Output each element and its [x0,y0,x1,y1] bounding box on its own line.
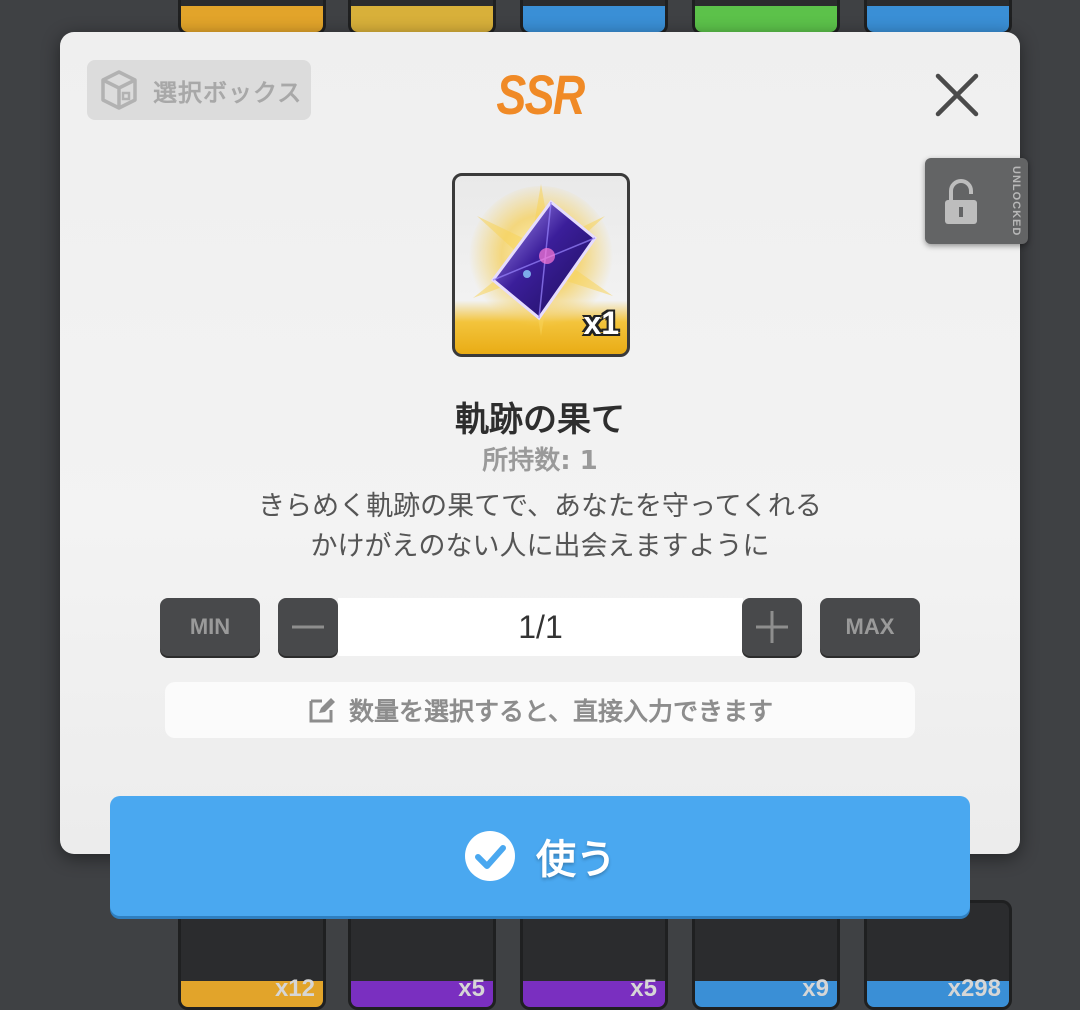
description-line: かけがえのない人に出会えますように [310,531,770,562]
inventory-count: x5 [458,975,485,1002]
inventory-count: x12 [274,975,315,1002]
check-circle-icon [465,831,515,881]
box-icon [101,70,137,110]
description-line: きらめく軌跡の果てで、あなたを守ってくれる [258,491,822,522]
inventory-tile [692,0,840,35]
item-description: きらめく軌跡の果てで、あなたを守ってくれる かけがえのない人に出会えますように [60,487,1020,567]
item-icon: x1 [452,173,630,357]
item-detail-dialog: 選択ボックス SSR x1 軌跡の果て 所持数: 1 きらめく軌跡の果てで、あな… [60,32,1020,854]
close-button[interactable] [932,70,982,120]
decrement-button[interactable] [278,598,338,656]
increment-button[interactable] [742,598,802,656]
owned-count: 所持数: 1 [482,446,598,476]
lock-status-label: UNLOCKED [1010,166,1022,237]
close-icon [935,73,979,117]
use-button-label: 使う [536,837,616,883]
inventory-tile [520,0,668,35]
rarity-label: SSR [496,63,585,126]
inventory-count: x298 [947,975,1001,1002]
inventory-count: x5 [630,975,657,1002]
plus-icon [756,611,788,643]
inventory-tile: x5 [348,900,496,1010]
hint-text: 数量を選択すると、直接入力できます [348,697,773,726]
inventory-tile: x298 [864,900,1012,1010]
inventory-tile [178,0,326,35]
input-hint: 数量を選択すると、直接入力できます [165,682,915,738]
inventory-tile: x12 [178,900,326,1010]
quantity-input[interactable]: 1/1 [338,598,743,656]
inventory-tile: x5 [520,900,668,1010]
lock-toggle[interactable]: UNLOCKED [925,158,1028,244]
edit-icon [309,698,335,723]
inventory-tile: x9 [692,900,840,1010]
quantity-value: 1/1 [518,608,563,645]
item-quantity-badge: x1 [583,305,619,341]
item-name: 軌跡の果て [455,400,625,440]
inventory-count: x9 [802,975,829,1002]
min-button[interactable]: MIN [160,598,260,656]
unlock-icon [945,179,977,224]
inventory-tile [864,0,1012,35]
inventory-tile [348,0,496,35]
use-button[interactable]: 使う [110,796,970,916]
minus-icon [292,625,324,629]
max-button[interactable]: MAX [820,598,920,656]
